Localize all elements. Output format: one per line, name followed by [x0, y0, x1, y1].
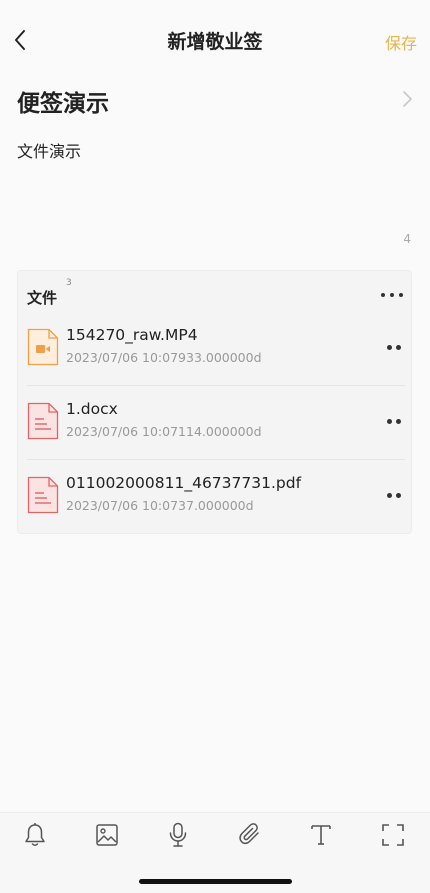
attach-file-button[interactable] — [236, 821, 264, 849]
file-more-button[interactable] — [387, 419, 401, 425]
fullscreen-button[interactable] — [379, 821, 407, 849]
file-timestamp: 2023/07/06 10:07933.000000d — [66, 350, 262, 365]
reminder-button[interactable] — [21, 821, 49, 849]
more-dot — [396, 345, 401, 350]
text-format-button[interactable] — [307, 821, 335, 849]
attachments-count: 3 — [66, 278, 72, 288]
note-body-text[interactable]: 文件演示 — [17, 138, 81, 162]
attachments-card: 文件 3 154270_raw.MP4 2023/07/06 10:07933.… — [17, 270, 412, 534]
record-audio-button[interactable] — [164, 821, 192, 849]
microphone-icon — [169, 822, 187, 847]
more-dot — [390, 293, 394, 297]
note-title[interactable]: 便签演示 — [17, 84, 109, 118]
file-timestamp: 2023/07/06 10:07114.000000d — [66, 424, 262, 439]
save-button[interactable]: 保存 — [385, 30, 417, 54]
home-indicator[interactable] — [139, 879, 292, 884]
file-item[interactable]: 011002000811_46737731.pdf 2023/07/06 10:… — [27, 460, 405, 534]
file-name: 154270_raw.MP4 — [66, 326, 198, 344]
document-file-icon — [27, 402, 59, 440]
text-format-icon — [311, 825, 331, 845]
fullscreen-icon — [382, 824, 404, 846]
more-dot — [387, 493, 392, 498]
editor-toolbar — [0, 812, 430, 893]
more-dot — [387, 345, 392, 350]
file-item[interactable]: 1.docx 2023/07/06 10:07114.000000d — [27, 386, 405, 460]
file-more-button[interactable] — [387, 493, 401, 499]
screen: 新增敬业签 保存 便签演示 文件演示 4 文件 3 154270_raw.MP4 — [0, 0, 430, 893]
file-timestamp: 2023/07/06 10:0737.000000d — [66, 498, 254, 513]
chevron-right-icon[interactable] — [400, 90, 414, 108]
image-icon — [96, 824, 118, 846]
file-item[interactable]: 154270_raw.MP4 2023/07/06 10:07933.00000… — [27, 312, 405, 386]
more-dot — [381, 293, 385, 297]
page-title: 新增敬业签 — [167, 31, 263, 53]
character-count: 4 — [403, 232, 411, 246]
file-more-button[interactable] — [387, 345, 401, 351]
more-dot — [399, 293, 403, 297]
more-dot — [396, 419, 401, 424]
insert-image-button[interactable] — [93, 821, 121, 849]
more-dot — [396, 493, 401, 498]
file-name: 011002000811_46737731.pdf — [66, 474, 302, 492]
file-name: 1.docx — [66, 400, 118, 418]
more-dot — [387, 419, 392, 424]
navigation-bar: 新增敬业签 保存 — [0, 0, 430, 80]
bell-icon — [25, 823, 45, 846]
document-file-icon — [27, 476, 59, 514]
attachments-label: 文件 — [27, 289, 58, 307]
video-file-icon — [27, 328, 59, 366]
attachments-more-button[interactable] — [381, 289, 403, 301]
paperclip-icon — [239, 823, 259, 845]
note-title-row[interactable]: 便签演示 — [0, 80, 430, 120]
